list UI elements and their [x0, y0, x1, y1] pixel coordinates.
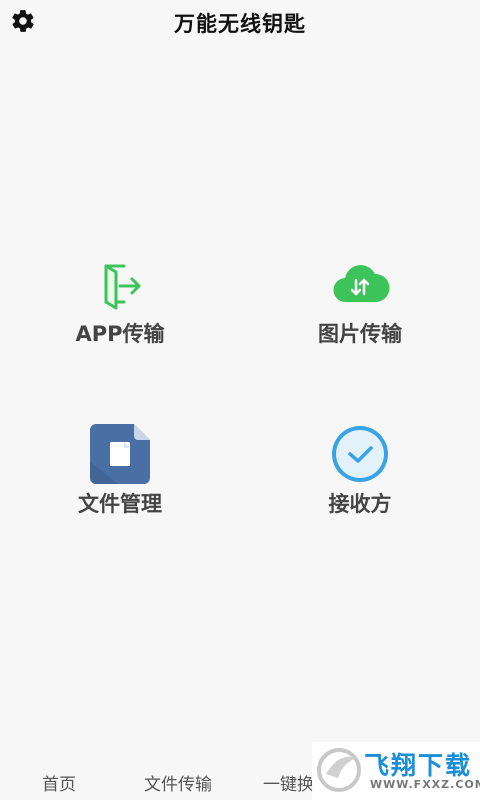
- page-title: 万能无线钥匙: [174, 12, 306, 36]
- file-management-label: 文件管理: [78, 492, 162, 516]
- watermark-text: 飞翔下载: [364, 751, 473, 780]
- watermark-url: WWW.FXXZ.COM: [370, 778, 480, 791]
- nav-item-home[interactable]: 首页: [42, 770, 76, 795]
- document-icon: [90, 424, 150, 484]
- picture-transfer-label: 图片传输: [318, 322, 402, 346]
- watermark-logo-icon: [317, 748, 361, 792]
- receiver-label: 接收方: [328, 492, 392, 516]
- nav-item-file-transfer[interactable]: 文件传输: [144, 770, 212, 795]
- top-bar: 万能无线钥匙: [0, 0, 480, 44]
- app-transfer-tile[interactable]: APP传输: [20, 252, 220, 348]
- picture-transfer-tile[interactable]: 图片传输: [260, 252, 460, 348]
- app-transfer-label: APP传输: [75, 322, 165, 346]
- receiver-tile[interactable]: 接收方: [260, 422, 460, 518]
- watermark: 飞翔下载 WWW.FXXZ.COM: [312, 742, 480, 800]
- app-transfer-icon: [104, 264, 141, 310]
- cloud-transfer-icon: [333, 265, 390, 303]
- nav-item-one-key[interactable]: 一键换: [263, 770, 314, 795]
- check-circle-icon: [332, 426, 388, 482]
- file-management-tile[interactable]: 文件管理: [20, 422, 220, 518]
